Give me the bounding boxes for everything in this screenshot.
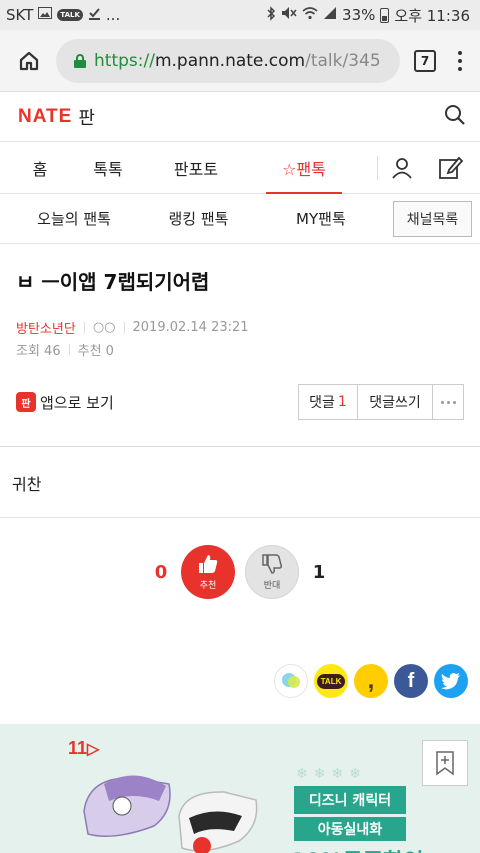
check-download-icon xyxy=(88,7,101,24)
more-options-icon[interactable] xyxy=(432,384,464,420)
share-buttons: TALK , f xyxy=(0,664,480,698)
main-nav: 홈 톡톡 판포토 ☆팬톡 xyxy=(0,142,480,194)
subtab-my-fantalk[interactable]: MY팬톡 xyxy=(249,208,393,229)
upvote-count: 0 xyxy=(154,561,168,583)
nav-icons xyxy=(377,142,480,193)
site-logo[interactable]: NATE 판 xyxy=(18,104,95,130)
ad-subline: 아동실내화 xyxy=(294,817,406,841)
subtab-ranking-fantalk[interactable]: 랭킹 팬톡 xyxy=(148,208,249,229)
write-icon[interactable] xyxy=(438,155,464,181)
pann-app-icon: 판 xyxy=(16,392,36,412)
kakaotalk-share-icon[interactable]: TALK xyxy=(314,664,348,698)
body-divider xyxy=(0,517,480,518)
battery-percent: 33% xyxy=(342,6,376,24)
downvote-count: 1 xyxy=(312,561,326,583)
subtab-today-fantalk[interactable]: 오늘의 팬톡 xyxy=(0,208,148,229)
status-right: 33% 오후 11:36 xyxy=(266,5,470,26)
clock: 오후 11:36 xyxy=(394,6,470,25)
open-in-app-link[interactable]: 판 앱으로 보기 xyxy=(16,392,114,413)
ad-discount: 10%쿠폰할인 xyxy=(290,844,424,853)
bluetooth-icon xyxy=(266,5,276,25)
search-icon[interactable] xyxy=(444,104,466,130)
post-date: 2019.02.14 23:21 xyxy=(132,319,249,335)
comments-button[interactable]: 댓글 1 xyxy=(298,384,358,420)
meta-divider xyxy=(123,321,125,333)
more-notifications: ... xyxy=(105,6,121,24)
downvote-button[interactable]: 반대 xyxy=(245,545,299,599)
lock-icon xyxy=(74,53,86,68)
battery-icon xyxy=(380,7,390,23)
article-meta: 방탄소년단 ○○ 2019.02.14 23:21 xyxy=(16,316,464,338)
meta-divider xyxy=(68,343,70,355)
wifi-icon xyxy=(302,6,318,24)
tab-home[interactable]: 홈 xyxy=(0,142,80,193)
kakaotalk-share-label: TALK xyxy=(316,673,346,689)
tab-toktok[interactable]: 톡톡 xyxy=(80,142,136,193)
url-path: /talk/345 xyxy=(305,50,381,71)
status-left: SKT TALK ... xyxy=(6,6,120,24)
carrier-label: SKT xyxy=(6,6,34,24)
ad-headline: 디즈니 캐릭터 xyxy=(294,786,406,814)
ad-logo-text: 11 xyxy=(68,738,88,758)
image-icon xyxy=(38,7,53,23)
write-comment-button[interactable]: 댓글쓰기 xyxy=(357,384,433,420)
upvote-button[interactable]: 추천 xyxy=(181,545,235,599)
nav-divider xyxy=(377,155,378,180)
comments-count: 1 xyxy=(337,394,347,410)
thumbs-up-icon xyxy=(197,553,219,578)
logo-pan: 판 xyxy=(78,107,95,129)
author-extra: ○○ xyxy=(92,319,116,335)
downvote-label: 반대 xyxy=(263,581,281,591)
ad-banner[interactable]: 11▷ ❄❄❄❄ 디즈니 캐릭터 아동실내화 10%쿠폰할인 xyxy=(0,724,480,853)
site-header: NATE 판 xyxy=(0,92,480,142)
browser-menu-icon[interactable] xyxy=(450,50,470,71)
url-host: m.pann.nate.com xyxy=(154,50,306,71)
meta-divider xyxy=(83,321,85,333)
upvote-label: 추천 xyxy=(199,581,217,591)
recommend-count: 추천 0 xyxy=(77,343,114,359)
kakaostory-share-icon[interactable]: , xyxy=(354,664,388,698)
facebook-share-icon[interactable]: f xyxy=(394,664,428,698)
author-name[interactable]: 방탄소년단 xyxy=(16,318,76,337)
article: ㅂ ㅡ이앱 7랩되기어렵 방탄소년단 ○○ 2019.02.14 23:21 조… xyxy=(0,244,480,422)
article-stats: 조회 46 추천 0 xyxy=(16,338,464,360)
user-icon[interactable] xyxy=(390,156,414,180)
kakaotalk-notification-icon: TALK xyxy=(57,9,83,21)
url-scheme: https:// xyxy=(94,50,155,71)
tab-fantalk[interactable]: ☆팬톡 xyxy=(256,142,352,194)
open-in-app-label: 앱으로 보기 xyxy=(40,393,114,412)
ad-product-image xyxy=(74,756,264,853)
browser-toolbar: https:// m.pann.nate.com /talk/345 7 xyxy=(0,30,480,92)
view-count: 조회 46 xyxy=(16,343,61,359)
comment-buttons: 댓글 1 댓글쓰기 xyxy=(298,384,464,420)
tab-switcher-button[interactable]: 7 xyxy=(414,49,436,72)
sub-nav: 오늘의 팬톡 랭킹 팬톡 MY팬톡 채널목록 xyxy=(0,194,480,244)
ad-snowflake-icons: ❄❄❄❄ xyxy=(296,766,367,782)
article-title: ㅂ ㅡ이앱 7랩되기어렵 xyxy=(16,270,210,294)
logo-nate: NATE xyxy=(18,105,73,127)
comments-label: 댓글 xyxy=(309,395,335,411)
band-share-icon[interactable] xyxy=(274,664,308,698)
tab-panphoto[interactable]: 판포토 xyxy=(136,142,256,193)
thumbs-down-icon xyxy=(261,553,283,578)
article-actions: 판 앱으로 보기 댓글 1 댓글쓰기 xyxy=(16,382,464,422)
twitter-share-icon[interactable] xyxy=(434,664,468,698)
signal-icon xyxy=(323,6,337,24)
article-body: 귀찬 xyxy=(12,475,42,494)
bookmark-add-icon[interactable] xyxy=(422,740,468,786)
address-bar[interactable]: https:// m.pann.nate.com /talk/345 xyxy=(56,38,400,83)
status-bar: SKT TALK ... 33% 오후 11:36 xyxy=(0,0,480,30)
channel-list-button[interactable]: 채널목록 xyxy=(392,200,472,237)
home-icon[interactable] xyxy=(14,46,44,76)
vote-section: 0 추천 반대 1 xyxy=(0,544,480,600)
mute-icon xyxy=(281,6,297,24)
